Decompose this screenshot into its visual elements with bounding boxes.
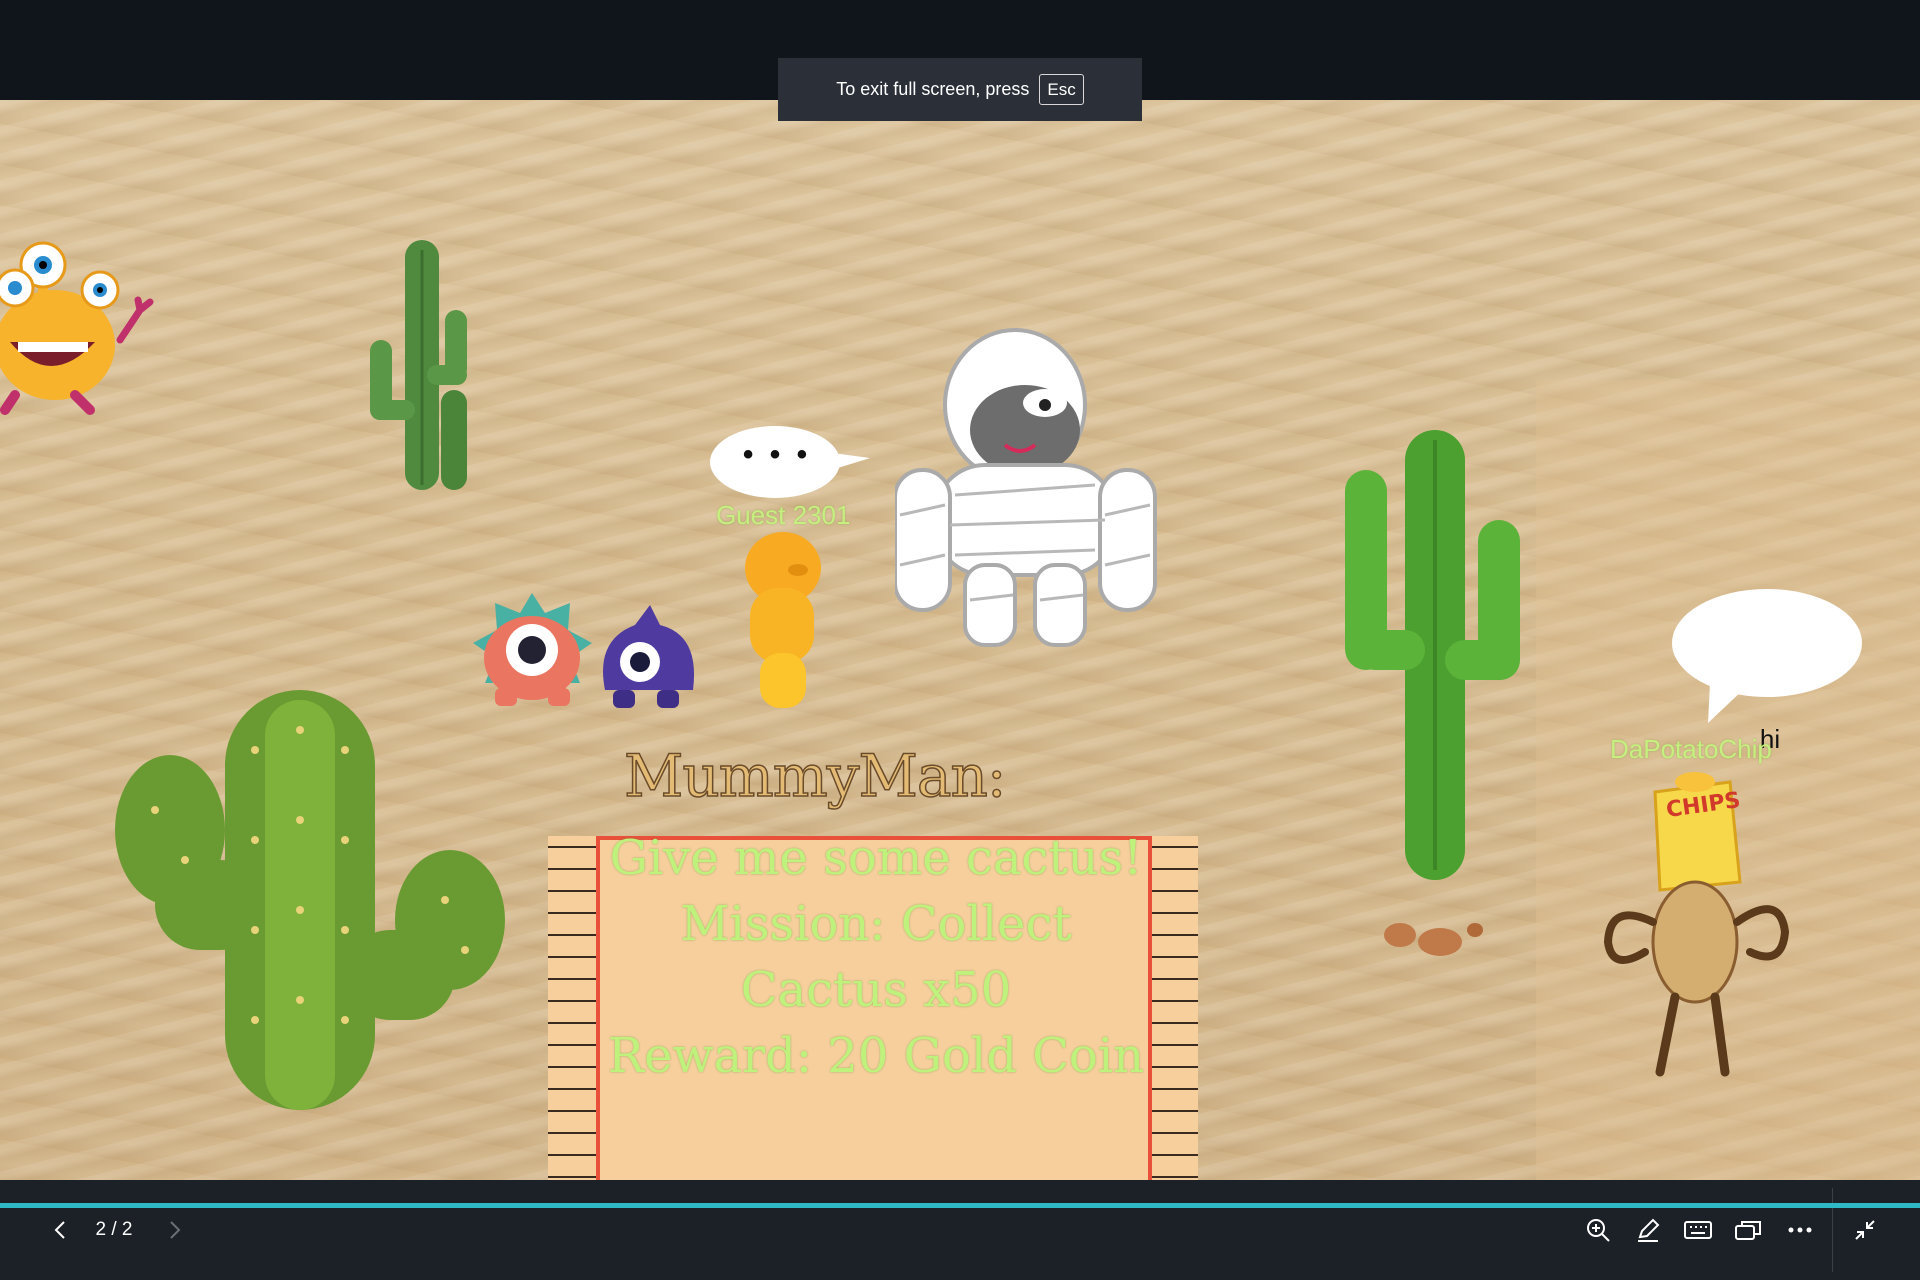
spiky-cyclops-monster[interactable] — [470, 588, 595, 713]
toast-text: To exit full screen, press — [836, 79, 1030, 99]
player-name-guest: Guest 2301 — [716, 500, 851, 530]
toolbar-divider — [1832, 1188, 1833, 1272]
guest-avatar[interactable] — [728, 528, 838, 718]
tall-cactus — [370, 240, 467, 490]
saguaro-cactus — [1345, 430, 1520, 956]
quest-title: MummyMan: — [623, 741, 1007, 811]
slide-progress-bar — [0, 1203, 1920, 1208]
page-indicator: 2 / 2 — [95, 1219, 133, 1240]
quest-line: Cactus x50 — [740, 962, 1012, 1018]
slide-progress-fill — [0, 1203, 1920, 1208]
big-cartoon-cactus — [115, 690, 505, 1110]
window-switch-icon[interactable] — [1728, 1210, 1768, 1250]
chevron-left-icon[interactable] — [40, 1210, 80, 1250]
purple-monster[interactable] — [595, 600, 700, 715]
yellow-monster-character[interactable] — [0, 230, 160, 430]
exit-fullscreen-icon[interactable] — [1845, 1210, 1885, 1250]
pen-icon[interactable] — [1628, 1210, 1668, 1250]
chevron-right-icon[interactable] — [155, 1210, 195, 1250]
esc-key-hint: Esc — [1039, 74, 1084, 105]
quest-line: Give me some cactus! — [609, 830, 1143, 886]
zoom-in-icon[interactable] — [1578, 1210, 1618, 1250]
more-icon[interactable] — [1780, 1210, 1820, 1250]
quest-line: Mission: Collect — [680, 896, 1072, 952]
chat-bubble — [1672, 589, 1862, 723]
exit-fullscreen-toast: To exit full screen, press Esc — [778, 58, 1142, 121]
mummy-man-npc[interactable] — [895, 325, 1190, 655]
potato-chip-avatar[interactable] — [1600, 772, 1790, 1090]
game-scene[interactable]: • • • Guest 2301 hi DaPotatoChip CHIPS — [0, 100, 1920, 1180]
presentation-toolbar: 2 / 2 — [0, 1180, 1920, 1280]
hieroglyph-border-right — [1150, 836, 1198, 1180]
hieroglyph-border-left — [548, 836, 596, 1180]
thought-bubble-text: • • • — [742, 438, 812, 471]
keyboard-icon[interactable] — [1678, 1210, 1718, 1250]
quest-line: Reward: 20 Gold Coin — [607, 1028, 1145, 1084]
player-name-dapotatochip: DaPotatoChip — [1610, 734, 1772, 764]
